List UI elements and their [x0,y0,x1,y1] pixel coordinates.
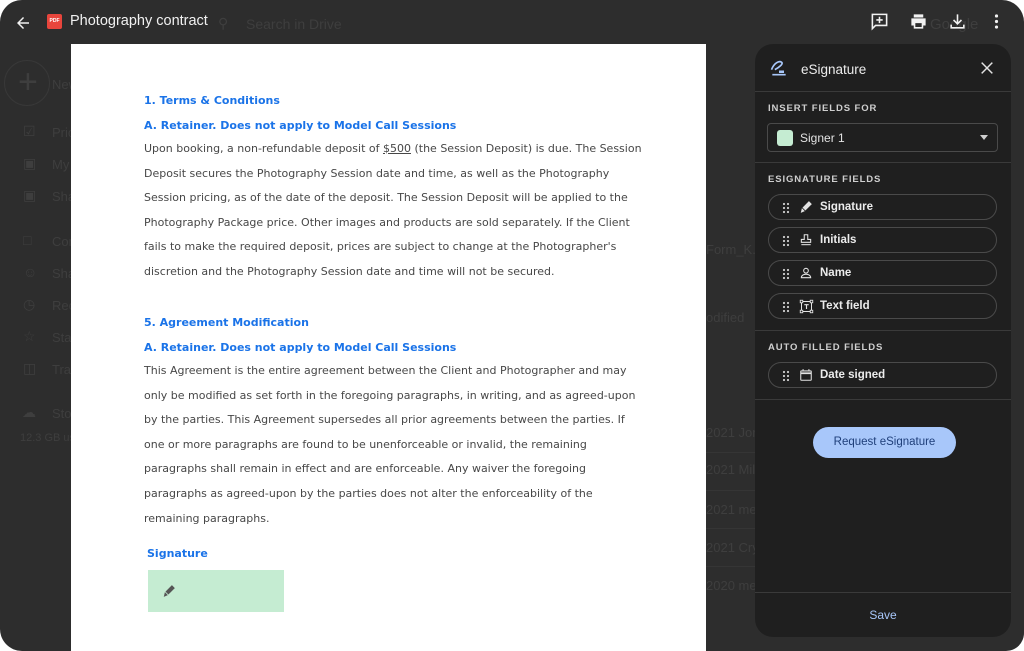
esignature-logo-icon [770,60,786,76]
field-date-signed[interactable]: Date signed [768,362,997,388]
section-body: This Agreement is the entire agreement b… [144,364,636,525]
print-icon [910,13,926,29]
body-text: (the Session Deposit) is due. The Sessio… [144,142,642,278]
signer-dropdown-value: Signer 1 [800,131,845,145]
calendar-icon [798,367,814,383]
body-text: Upon booking, a non-refundable deposit o… [144,142,383,155]
section-heading: 1. Terms & Conditions [144,94,280,107]
signature-field[interactable] [148,570,284,612]
shared-with-me-icon: ☺ [23,264,38,280]
field-name[interactable]: Name [768,260,997,286]
background-divider [706,452,756,453]
field-text-field[interactable]: Text field [768,293,997,319]
person-icon [798,265,814,281]
background-file-fragment: 2021 Mil [706,462,756,477]
pen-icon [163,585,175,597]
esignature-panel: eSignature INSERT FIELDS FOR Signer 1 ES… [755,44,1011,637]
close-icon [981,62,993,74]
priority-icon: ☑ [23,123,36,139]
section-subheading: A. Retainer. Does not apply to Model Cal… [144,341,457,354]
background-file-fragment: 2021 Jor [706,425,757,440]
viewer-topbar: PDF Photography contract [0,0,1024,44]
drag-handle-icon [782,301,790,313]
field-initials[interactable]: Initials [768,227,997,253]
trash-icon: ◫ [23,360,37,376]
field-label: Name [820,267,852,279]
section-heading: 5. Agreement Modification [144,316,309,329]
download-button[interactable] [945,9,969,33]
background-file-fragment: 2021 Cry [706,540,759,555]
section-subheading: A. Retainer. Does not apply to Model Cal… [144,119,457,132]
background-file-fragment: 2021 me [706,502,757,517]
drag-handle-icon [782,370,790,382]
cloud-icon: ☁ [22,404,36,420]
section-title: INSERT FIELDS FOR [768,103,878,114]
background-new-button [4,60,50,106]
background-divider [706,566,756,567]
starred-icon: ☆ [23,328,36,344]
field-label: Initials [820,234,857,246]
drag-handle-icon [782,235,790,247]
top-actions [867,9,1008,33]
esignature-fields-section: ESIGNATURE FIELDS Signature Initials Nam… [755,163,1011,331]
drag-handle-icon [782,268,790,280]
print-button[interactable] [906,9,930,33]
add-comment-icon [871,13,887,31]
close-button[interactable] [977,58,997,78]
request-esignature-button[interactable]: Request eSignature [813,427,956,458]
panel-footer: Save [755,592,1011,637]
field-label: Text field [820,300,870,312]
more-vert-icon [994,13,998,29]
drag-handle-icon [782,202,790,214]
computers-icon: □ [23,232,32,248]
download-icon [949,13,965,29]
background-divider [706,528,756,529]
arrow-back-icon [17,17,29,29]
insert-fields-section: INSERT FIELDS FOR Signer 1 [755,92,1011,163]
stamp-icon [798,232,814,248]
field-label: Date signed [820,369,886,381]
pdf-file-icon: PDF [47,14,62,29]
app-window: ⚲ Search in Drive Google New ☑ Priority … [0,0,1024,651]
text-field-icon [798,298,814,314]
auto-filled-section: AUTO FILLED FIELDS Date signed [755,331,1011,400]
background-file-fragment: odified [706,310,745,325]
signer-dropdown[interactable]: Signer 1 [767,123,998,152]
signature-label: Signature [147,547,208,560]
background-file-fragment: 2020 me [706,578,757,593]
pen-icon [798,199,814,215]
field-signature[interactable]: Signature [768,194,997,220]
back-button[interactable] [10,10,36,36]
add-comment-button[interactable] [867,9,891,33]
field-label: Signature [820,201,874,213]
shared-drives-icon: ▣ [23,187,37,203]
background-divider [706,490,756,491]
deposit-amount: $500 [382,142,411,155]
document-page: 1. Terms & Conditions A. Retainer. Does … [71,44,706,651]
section-body: Upon booking, a non-refundable deposit o… [144,137,644,285]
save-button[interactable]: Save [755,608,1011,622]
more-options-button[interactable] [984,9,1008,33]
section-title: ESIGNATURE FIELDS [768,174,882,185]
document-title: Photography contract [70,13,208,29]
recent-icon: ◷ [23,296,36,312]
signer-color-swatch [777,130,793,146]
section-title: AUTO FILLED FIELDS [768,342,884,353]
panel-title: eSignature [801,62,867,77]
caret-down-icon [980,135,988,140]
panel-header: eSignature [755,44,1011,92]
my-drive-icon: ▣ [23,155,37,171]
